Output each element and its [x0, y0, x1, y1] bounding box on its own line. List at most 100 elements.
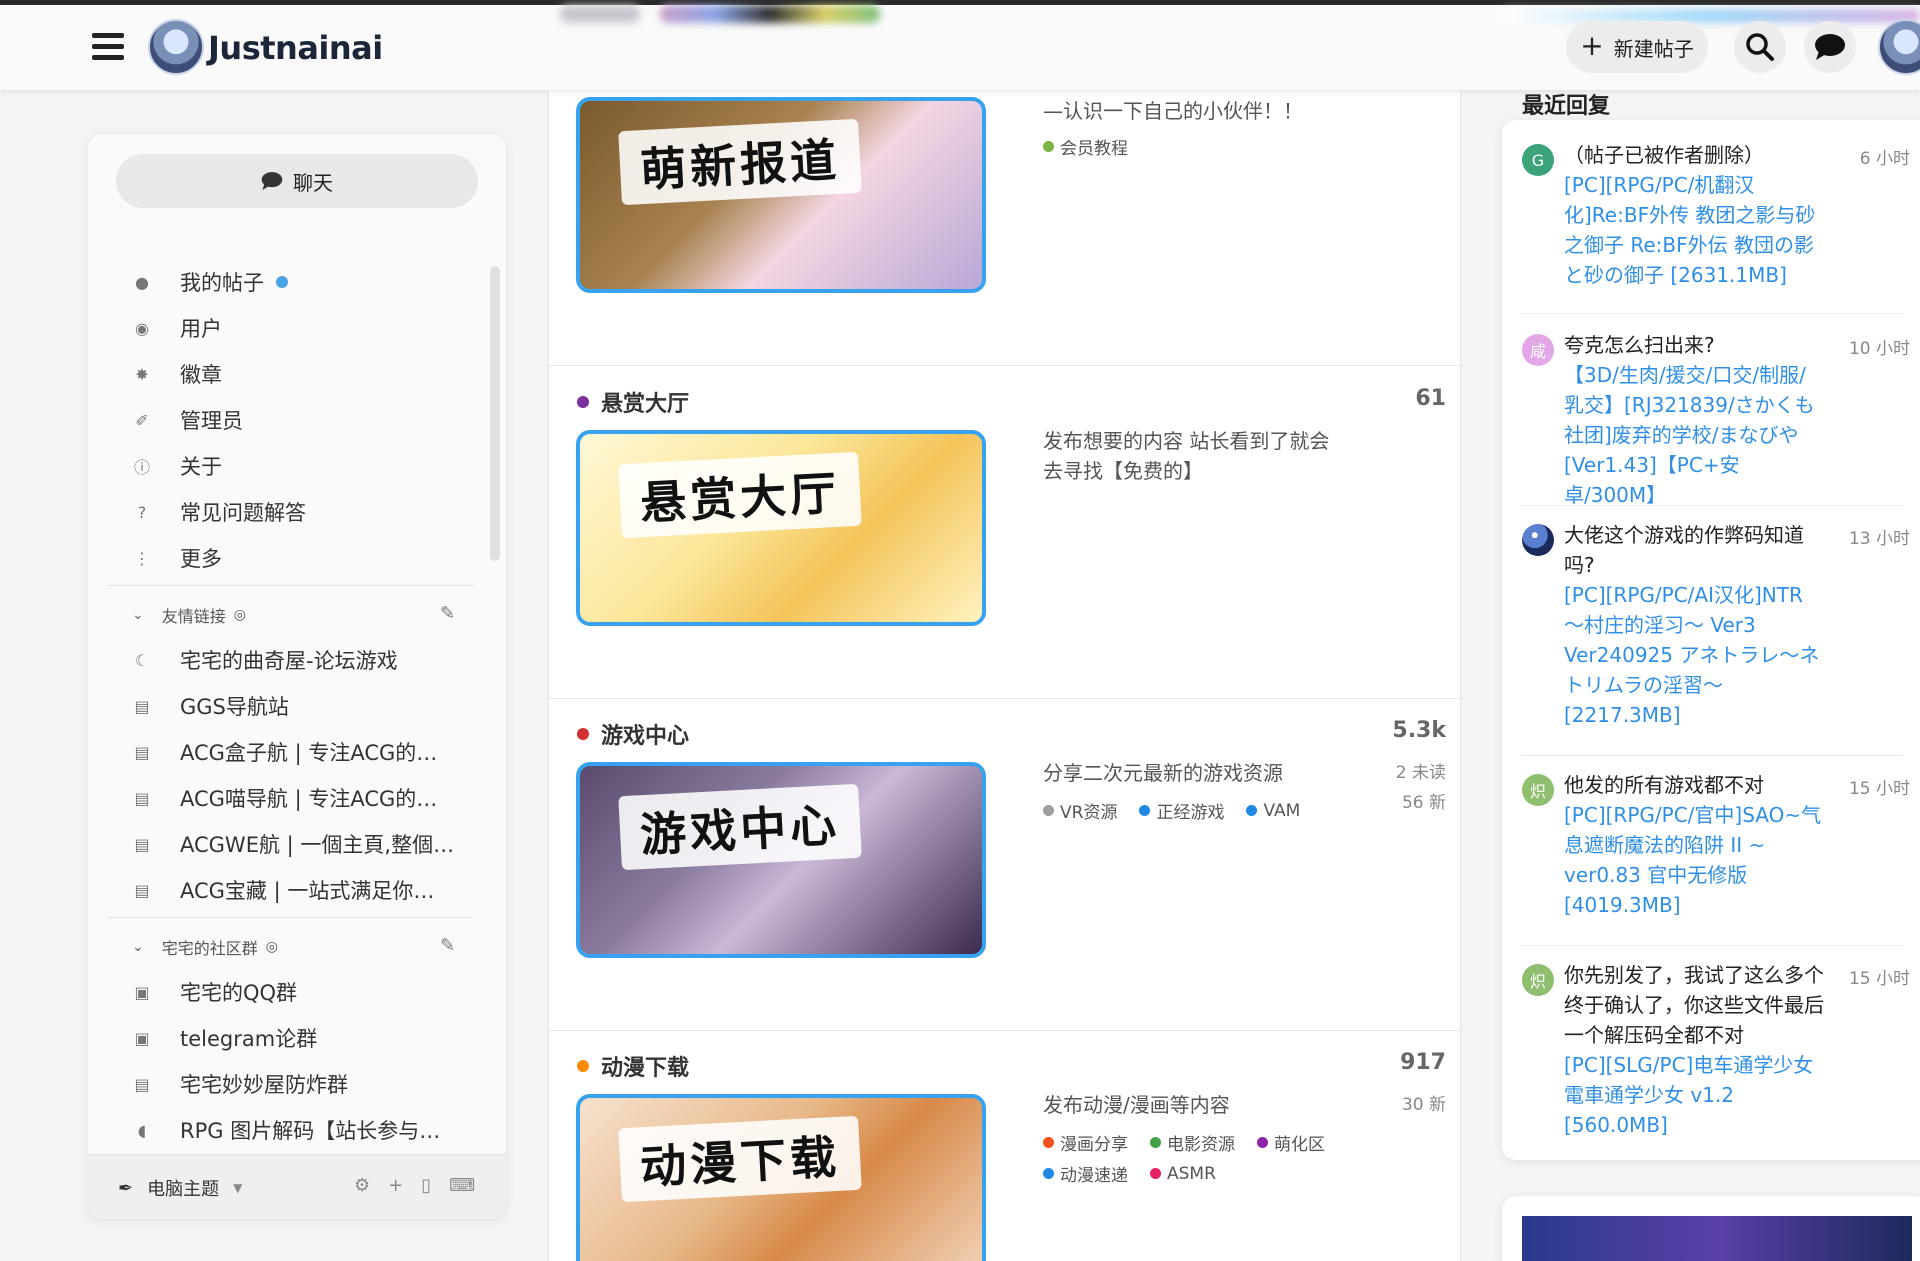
site-logo[interactable]: [148, 19, 204, 75]
tag-label: ASMR: [1167, 1163, 1216, 1184]
reply-content: （帖子已被作者删除） [PC][RPG/PC/机翻汉化]Re:BF外传 教团之影…: [1564, 140, 1824, 290]
settings-icon[interactable]: ⚙: [354, 1175, 370, 1196]
subcategory-tag[interactable]: 正经游戏: [1139, 798, 1224, 823]
community-item[interactable]: ▤ 宅宅妙妙屋防炸群: [132, 1069, 348, 1099]
community-item[interactable]: ▣ 宅宅的QQ群: [132, 977, 297, 1007]
avatar[interactable]: 炽: [1522, 774, 1554, 806]
mobile-icon[interactable]: ▯: [421, 1175, 431, 1196]
promo-image[interactable]: [1522, 1216, 1912, 1261]
section-community[interactable]: ⌄ 宅宅的社区群 ◎: [132, 935, 278, 959]
pie-chart-icon: ◖: [137, 1120, 147, 1140]
site-name[interactable]: Justnainai: [208, 29, 383, 67]
tag-dot: [1150, 1168, 1161, 1179]
topic-link[interactable]: [PC][RPG/PC/AI汉化]NTR ～村庄的淫习～ Ver3 Ver240…: [1564, 580, 1824, 730]
category-banner[interactable]: 动漫下载: [576, 1094, 986, 1261]
avatar[interactable]: [1522, 524, 1554, 556]
category-banner[interactable]: 萌新报道: [576, 97, 986, 293]
reply-item[interactable]: 大佬这个游戏的作弊码知道吗? [PC][RPG/PC/AI汉化]NTR ～村庄的…: [1522, 520, 1910, 750]
topic-link[interactable]: [PC][RPG/PC/官中]SAO~气息遮断魔法的陷阱 II ~ ver0.8…: [1564, 800, 1824, 920]
tag-label: 萌化区: [1274, 1135, 1325, 1155]
category-banner[interactable]: 悬赏大厅: [576, 430, 986, 626]
category-stats: 2 未读 56 新: [1396, 758, 1446, 818]
nav-badges[interactable]: ✸ 徽章: [132, 359, 222, 389]
subcategory-tag[interactable]: VAM: [1246, 798, 1300, 823]
topic-link[interactable]: 【3D/生肉/援交/口交/制服/乳交】[RJ321839/さかくも社团]废弃的学…: [1564, 360, 1824, 510]
nav-my-posts[interactable]: ● 我的帖子: [132, 267, 288, 297]
reply-item[interactable]: 炽 他发的所有游戏都不对 [PC][RPG/PC/官中]SAO~气息遮断魔法的陷…: [1522, 770, 1910, 940]
reply-excerpt[interactable]: 夸克怎么扫出来?: [1564, 333, 1715, 357]
friend-link-item[interactable]: ▤ GGS导航站: [132, 691, 288, 721]
topic-count: 917: [1400, 1050, 1446, 1075]
friend-link-item[interactable]: ▤ ACG喵导航 | 专注ACG的…: [132, 783, 437, 813]
banner-text: 悬赏大厅: [618, 451, 862, 539]
subcategory-tag[interactable]: 动漫速递: [1043, 1161, 1128, 1186]
avatar[interactable]: 炽: [1522, 964, 1554, 996]
category-banner[interactable]: 游戏中心: [576, 762, 986, 958]
user-icon: ●: [135, 272, 149, 292]
new-count[interactable]: 56 新: [1396, 788, 1446, 818]
scrollbar-thumb[interactable]: [490, 266, 500, 561]
reply-excerpt[interactable]: （帖子已被作者删除）: [1564, 143, 1764, 167]
category-title[interactable]: 悬赏大厅: [577, 386, 689, 418]
new-post-button[interactable]: + 新建帖子: [1566, 21, 1708, 73]
subcategory-tag[interactable]: VR资源: [1043, 798, 1117, 823]
category-title[interactable]: 游戏中心: [577, 718, 689, 750]
blurred-element: [660, 5, 880, 23]
nav-admins[interactable]: ✐ 管理员: [132, 405, 243, 435]
section-friend-links[interactable]: ⌄ 友情链接 ◎: [132, 603, 246, 627]
nav-users[interactable]: ◉ 用户: [132, 313, 222, 343]
link-label: ACGWE航 | 一個主頁,整個…: [180, 833, 455, 857]
reply-excerpt[interactable]: 大佬这个游戏的作弊码知道吗?: [1564, 523, 1804, 577]
nav-faq[interactable]: ? 常见问题解答: [132, 497, 306, 527]
plus-icon[interactable]: +: [388, 1175, 403, 1196]
link-label: RPG 图片解码【站长参与…: [180, 1119, 441, 1143]
chat-button[interactable]: [1804, 21, 1856, 73]
link-label: 宅宅的曲奇屋-论坛游戏: [180, 649, 398, 673]
new-count[interactable]: 30 新: [1402, 1090, 1446, 1120]
subcategory-tag[interactable]: 电影资源: [1150, 1130, 1235, 1155]
community-item[interactable]: ◖ RPG 图片解码【站长参与…: [132, 1115, 440, 1145]
sidebar-scrollbar[interactable]: [490, 252, 500, 562]
unread-count[interactable]: 2 未读: [1396, 758, 1446, 788]
avatar[interactable]: G: [1522, 144, 1554, 176]
reply-excerpt[interactable]: 他发的所有游戏都不对: [1564, 773, 1764, 797]
topic-link[interactable]: [PC][RPG/PC/机翻汉化]Re:BF外传 教团之影与砂之御子 Re:BF…: [1564, 170, 1824, 290]
edit-pencil-icon[interactable]: ✎: [440, 935, 455, 956]
reply-item[interactable]: 炽 你先别发了，我试了这么多个终于确认了，你这些文件最后一个解压码全都不对 [P…: [1522, 960, 1910, 1160]
category-title[interactable]: 动漫下载: [577, 1050, 689, 1082]
wrench-icon: ✐: [135, 410, 149, 430]
nav-about[interactable]: ⓘ 关于: [132, 451, 222, 481]
unread-dot: [276, 276, 288, 288]
nav-more[interactable]: ⋮ 更多: [132, 543, 222, 573]
recent-replies-title: 最近回复: [1522, 94, 1611, 119]
tag-label: VR资源: [1060, 803, 1118, 823]
subcategory-tag[interactable]: 萌化区: [1257, 1130, 1325, 1155]
theme-selector[interactable]: ✒ 电脑主题 ▼: [118, 1175, 242, 1201]
more-icon: ⋮: [134, 548, 150, 568]
friend-link-item[interactable]: ▤ ACG宝藏 | 一站式满足你…: [132, 875, 434, 905]
community-item[interactable]: ▣ telegram论群: [132, 1023, 317, 1053]
friend-link-item[interactable]: ▤ ACG盒子航 | 专注ACG的…: [132, 737, 437, 767]
reply-item[interactable]: G （帖子已被作者删除） [PC][RPG/PC/机翻汉化]Re:BF外传 教团…: [1522, 140, 1910, 310]
menu-icon[interactable]: [92, 33, 124, 61]
avatar[interactable]: 咸: [1522, 334, 1554, 366]
subcategory-tag[interactable]: ASMR: [1150, 1161, 1216, 1186]
friend-link-item[interactable]: ☾ 宅宅的曲奇屋-论坛游戏: [132, 645, 398, 675]
reply-excerpt[interactable]: 你先别发了，我试了这么多个终于确认了，你这些文件最后一个解压码全都不对: [1564, 963, 1824, 1047]
friend-link-item[interactable]: ▤ ACGWE航 | 一個主頁,整個…: [132, 829, 454, 859]
topic-link[interactable]: [PC][SLG/PC]电车通学少女 電車通学少女 v1.2 [560.0MB]: [1564, 1050, 1824, 1140]
chat-sidebar-button[interactable]: 聊天: [116, 154, 478, 208]
reply-time: 15 小时: [1848, 969, 1910, 989]
link-label: telegram论群: [180, 1027, 318, 1051]
tag-label: 正经游戏: [1156, 803, 1225, 823]
subcategory-tag[interactable]: 漫画分享: [1043, 1130, 1128, 1155]
id-card-icon: ▣: [134, 982, 150, 1002]
user-avatar[interactable]: [1878, 19, 1920, 75]
category-name: 游戏中心: [601, 724, 690, 749]
keyboard-icon[interactable]: ⌨: [449, 1175, 475, 1196]
edit-pencil-icon[interactable]: ✎: [440, 603, 455, 624]
search-button[interactable]: [1734, 21, 1786, 73]
tag-dot: [1257, 1137, 1268, 1148]
reply-item[interactable]: 咸 夸克怎么扫出来? 【3D/生肉/援交/口交/制服/乳交】[RJ321839/…: [1522, 330, 1910, 507]
subcategory-tag[interactable]: 会员教程: [1043, 134, 1128, 159]
